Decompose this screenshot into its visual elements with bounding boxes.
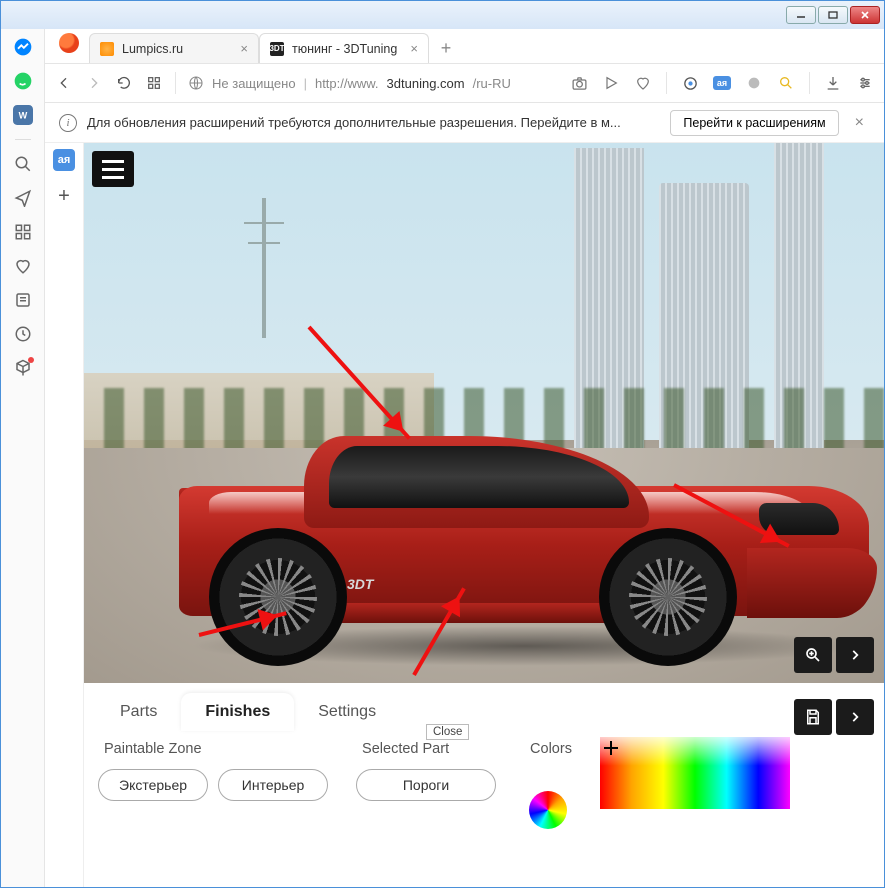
extensions-info-bar: i Для обновления расширений требуются до… [45, 103, 884, 143]
tab-title: Lumpics.ru [122, 42, 232, 56]
reload-button[interactable] [115, 74, 133, 92]
tab-title: тюнинг - 3DTuning [292, 42, 402, 56]
page-mini-rail: aя + [45, 143, 83, 887]
maximize-button[interactable] [818, 6, 848, 24]
url-prefix: http://www. [315, 76, 379, 91]
goto-extensions-button[interactable]: Перейти к расширениям [670, 110, 838, 136]
colors-label: Colors [524, 741, 572, 759]
window-close-button[interactable] [850, 6, 880, 24]
colors-col: Colors [524, 741, 572, 829]
url-domain: 3dtuning.com [387, 76, 465, 91]
back-button[interactable] [55, 74, 73, 92]
color-picker[interactable] [600, 737, 790, 809]
picker-crosshair-icon [604, 741, 618, 755]
window-titlebar [1, 1, 884, 29]
easy-setup-icon[interactable] [856, 74, 874, 92]
globe-icon [188, 75, 204, 91]
zoom-button[interactable] [794, 637, 832, 673]
tab-close-icon[interactable]: × [240, 41, 248, 56]
vk-icon[interactable]: W [13, 105, 33, 125]
translate-pill-icon[interactable]: aя [53, 149, 75, 171]
tab-strip: Lumpics.ru × 3DT тюнинг - 3DTuning × + [45, 29, 884, 63]
viewer-menu-button[interactable] [92, 151, 134, 187]
rail-add-button[interactable]: + [53, 185, 75, 207]
interior-button[interactable]: Интерьер [218, 769, 328, 801]
opera-logo-icon[interactable] [59, 33, 79, 53]
panel-tabs: Parts Finishes Settings [84, 683, 884, 731]
url-path: /ru-RU [473, 76, 511, 91]
tab-close-icon[interactable]: × [410, 41, 418, 56]
extension-grey-icon[interactable] [745, 74, 763, 92]
info-icon: i [59, 114, 77, 132]
paintable-zone-label: Paintable Zone [98, 741, 328, 759]
extensions-cube-icon[interactable] [13, 358, 33, 378]
color-wheel-icon[interactable] [529, 791, 567, 829]
tab-3dtuning[interactable]: 3DT тюнинг - 3DTuning × [259, 33, 429, 63]
bookmark-heart-icon[interactable] [634, 74, 652, 92]
speed-dial-icon[interactable] [13, 222, 33, 242]
new-tab-button[interactable]: + [433, 35, 459, 61]
send-icon[interactable] [13, 188, 33, 208]
window-frame: W Lumpics.ru × 3DT тюнинг - 3DTuning [0, 0, 885, 888]
sills-button[interactable]: Пороги [356, 769, 496, 801]
favicon-icon [100, 42, 114, 56]
camera-icon[interactable] [570, 74, 588, 92]
download-icon[interactable] [824, 74, 842, 92]
car-badge: 3DT [347, 576, 373, 592]
selected-part-col: Selected Part Пороги [356, 741, 496, 801]
paintable-zone-col: Paintable Zone Экстерьер Интерьер [98, 741, 328, 801]
tab-finishes[interactable]: Finishes [181, 693, 294, 731]
extension-yellow-icon[interactable] [777, 74, 795, 92]
minimize-button[interactable] [786, 6, 816, 24]
history-icon[interactable] [13, 324, 33, 344]
infobar-close-icon[interactable]: × [849, 114, 870, 132]
heart-icon[interactable] [13, 256, 33, 276]
tab-settings[interactable]: Settings [294, 693, 400, 731]
svg-text:W: W [18, 110, 27, 120]
play-icon[interactable] [602, 74, 620, 92]
save-next-button[interactable] [836, 699, 874, 735]
info-message: Для обновления расширений требуются допо… [87, 115, 660, 130]
news-icon[interactable] [13, 290, 33, 310]
car-viewer[interactable]: 3DT [84, 143, 884, 683]
address-bar: Не защищено | http://www.3dtuning.com/ru… [45, 63, 884, 103]
forward-button[interactable] [85, 74, 103, 92]
favicon-icon: 3DT [270, 42, 284, 56]
close-tooltip: Close [426, 724, 469, 740]
messenger-icon[interactable] [13, 37, 33, 57]
tab-lumpics[interactable]: Lumpics.ru × [89, 33, 259, 63]
whatsapp-icon[interactable] [13, 71, 33, 91]
bottom-panel: Parts Finishes Settings Close Paintable … [84, 683, 884, 887]
page-content: 3DT [83, 143, 884, 887]
apps-icon[interactable] [145, 74, 163, 92]
zoom-next-button[interactable] [836, 637, 874, 673]
opera-sidebar: W [1, 29, 45, 887]
security-label: Не защищено [212, 76, 296, 91]
translate-icon[interactable]: aя [713, 76, 731, 90]
search-icon[interactable] [13, 154, 33, 174]
tab-parts[interactable]: Parts [96, 693, 181, 731]
url-field[interactable]: Не защищено | http://www.3dtuning.com/ru… [188, 75, 558, 91]
selected-part-label: Selected Part [356, 741, 496, 759]
shield-icon[interactable] [681, 74, 699, 92]
exterior-button[interactable]: Экстерьер [98, 769, 208, 801]
save-button[interactable] [794, 699, 832, 735]
